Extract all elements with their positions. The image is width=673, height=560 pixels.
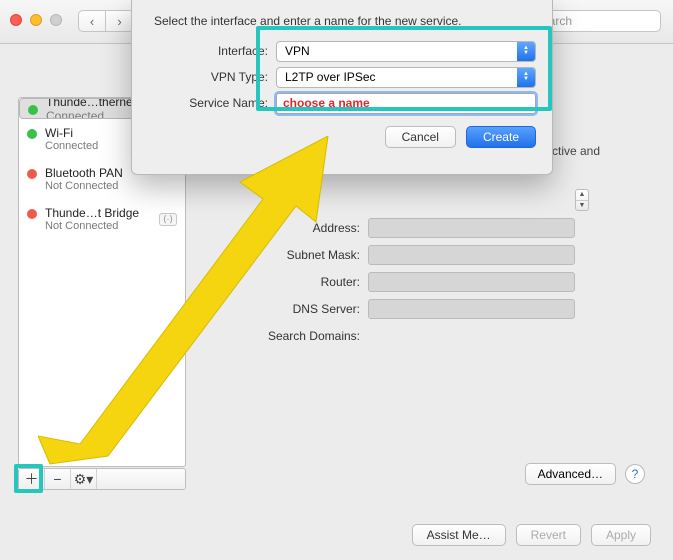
interface-select[interactable]: VPN ▲▼: [276, 41, 536, 62]
new-service-sheet: Select the interface and enter a name fo…: [131, 0, 553, 175]
service-item[interactable]: Thunde…t Bridge Not Connected ⟨·⟩: [19, 199, 185, 239]
address-field: [368, 218, 575, 238]
vpn-type-label: VPN Type:: [148, 70, 268, 84]
spacer: [97, 469, 185, 489]
bridge-glyph-icon: ⟨·⟩: [159, 213, 177, 226]
service-actions-menu[interactable]: ⚙︎▾: [71, 469, 97, 489]
row-label-dns: DNS Server:: [255, 302, 360, 316]
service-status: Not Connected: [45, 180, 177, 192]
chevron-updown-icon: ▲▼: [517, 68, 535, 87]
assist-me-button[interactable]: Assist Me…: [412, 524, 506, 546]
create-button[interactable]: Create: [466, 126, 536, 148]
service-status: Not Connected: [45, 220, 151, 232]
cancel-button[interactable]: Cancel: [385, 126, 456, 148]
service-name-label: Service Name:: [148, 96, 268, 110]
row-label-search-domains: Search Domains:: [255, 329, 360, 343]
sheet-prompt: Select the interface and enter a name fo…: [148, 14, 536, 28]
status-dot-icon: [27, 169, 37, 179]
interface-value: VPN: [285, 44, 310, 58]
location-stepper[interactable]: ▲ ▼: [575, 189, 589, 211]
router-field: [368, 272, 575, 292]
detail-rows: Address: Subnet Mask: Router: DNS Server…: [255, 214, 575, 349]
remove-service-button[interactable]: −: [45, 469, 71, 489]
service-name-input[interactable]: [276, 93, 536, 114]
interface-label: Interface:: [148, 44, 268, 58]
help-button[interactable]: ?: [625, 464, 645, 484]
vpn-type-value: L2TP over IPSec: [285, 70, 376, 84]
service-name: Thunde…t Bridge: [45, 206, 151, 220]
row-label-address: Address:: [255, 221, 360, 235]
footer-buttons: Assist Me… Revert Apply: [412, 524, 651, 546]
vpn-type-select[interactable]: L2TP over IPSec ▲▼: [276, 67, 536, 88]
chevron-down-icon: ▼: [576, 201, 588, 211]
add-service-button[interactable]: ＋: [19, 469, 45, 489]
status-text-fragment: ctive and: [552, 144, 600, 158]
revert-button[interactable]: Revert: [516, 524, 581, 546]
subnet-field: [368, 245, 575, 265]
row-label-subnet: Subnet Mask:: [255, 248, 360, 262]
search-domains-field: [368, 326, 575, 346]
apply-button[interactable]: Apply: [591, 524, 651, 546]
status-dot-icon: [28, 105, 38, 115]
dns-field: [368, 299, 575, 319]
chevron-updown-icon: ▲▼: [517, 42, 535, 61]
chevron-up-icon: ▲: [576, 190, 588, 201]
service-list-actions: ＋ − ⚙︎▾: [18, 468, 186, 490]
row-label-router: Router:: [255, 275, 360, 289]
status-dot-icon: [27, 129, 37, 139]
status-dot-icon: [27, 209, 37, 219]
advanced-button[interactable]: Advanced…: [525, 463, 616, 485]
